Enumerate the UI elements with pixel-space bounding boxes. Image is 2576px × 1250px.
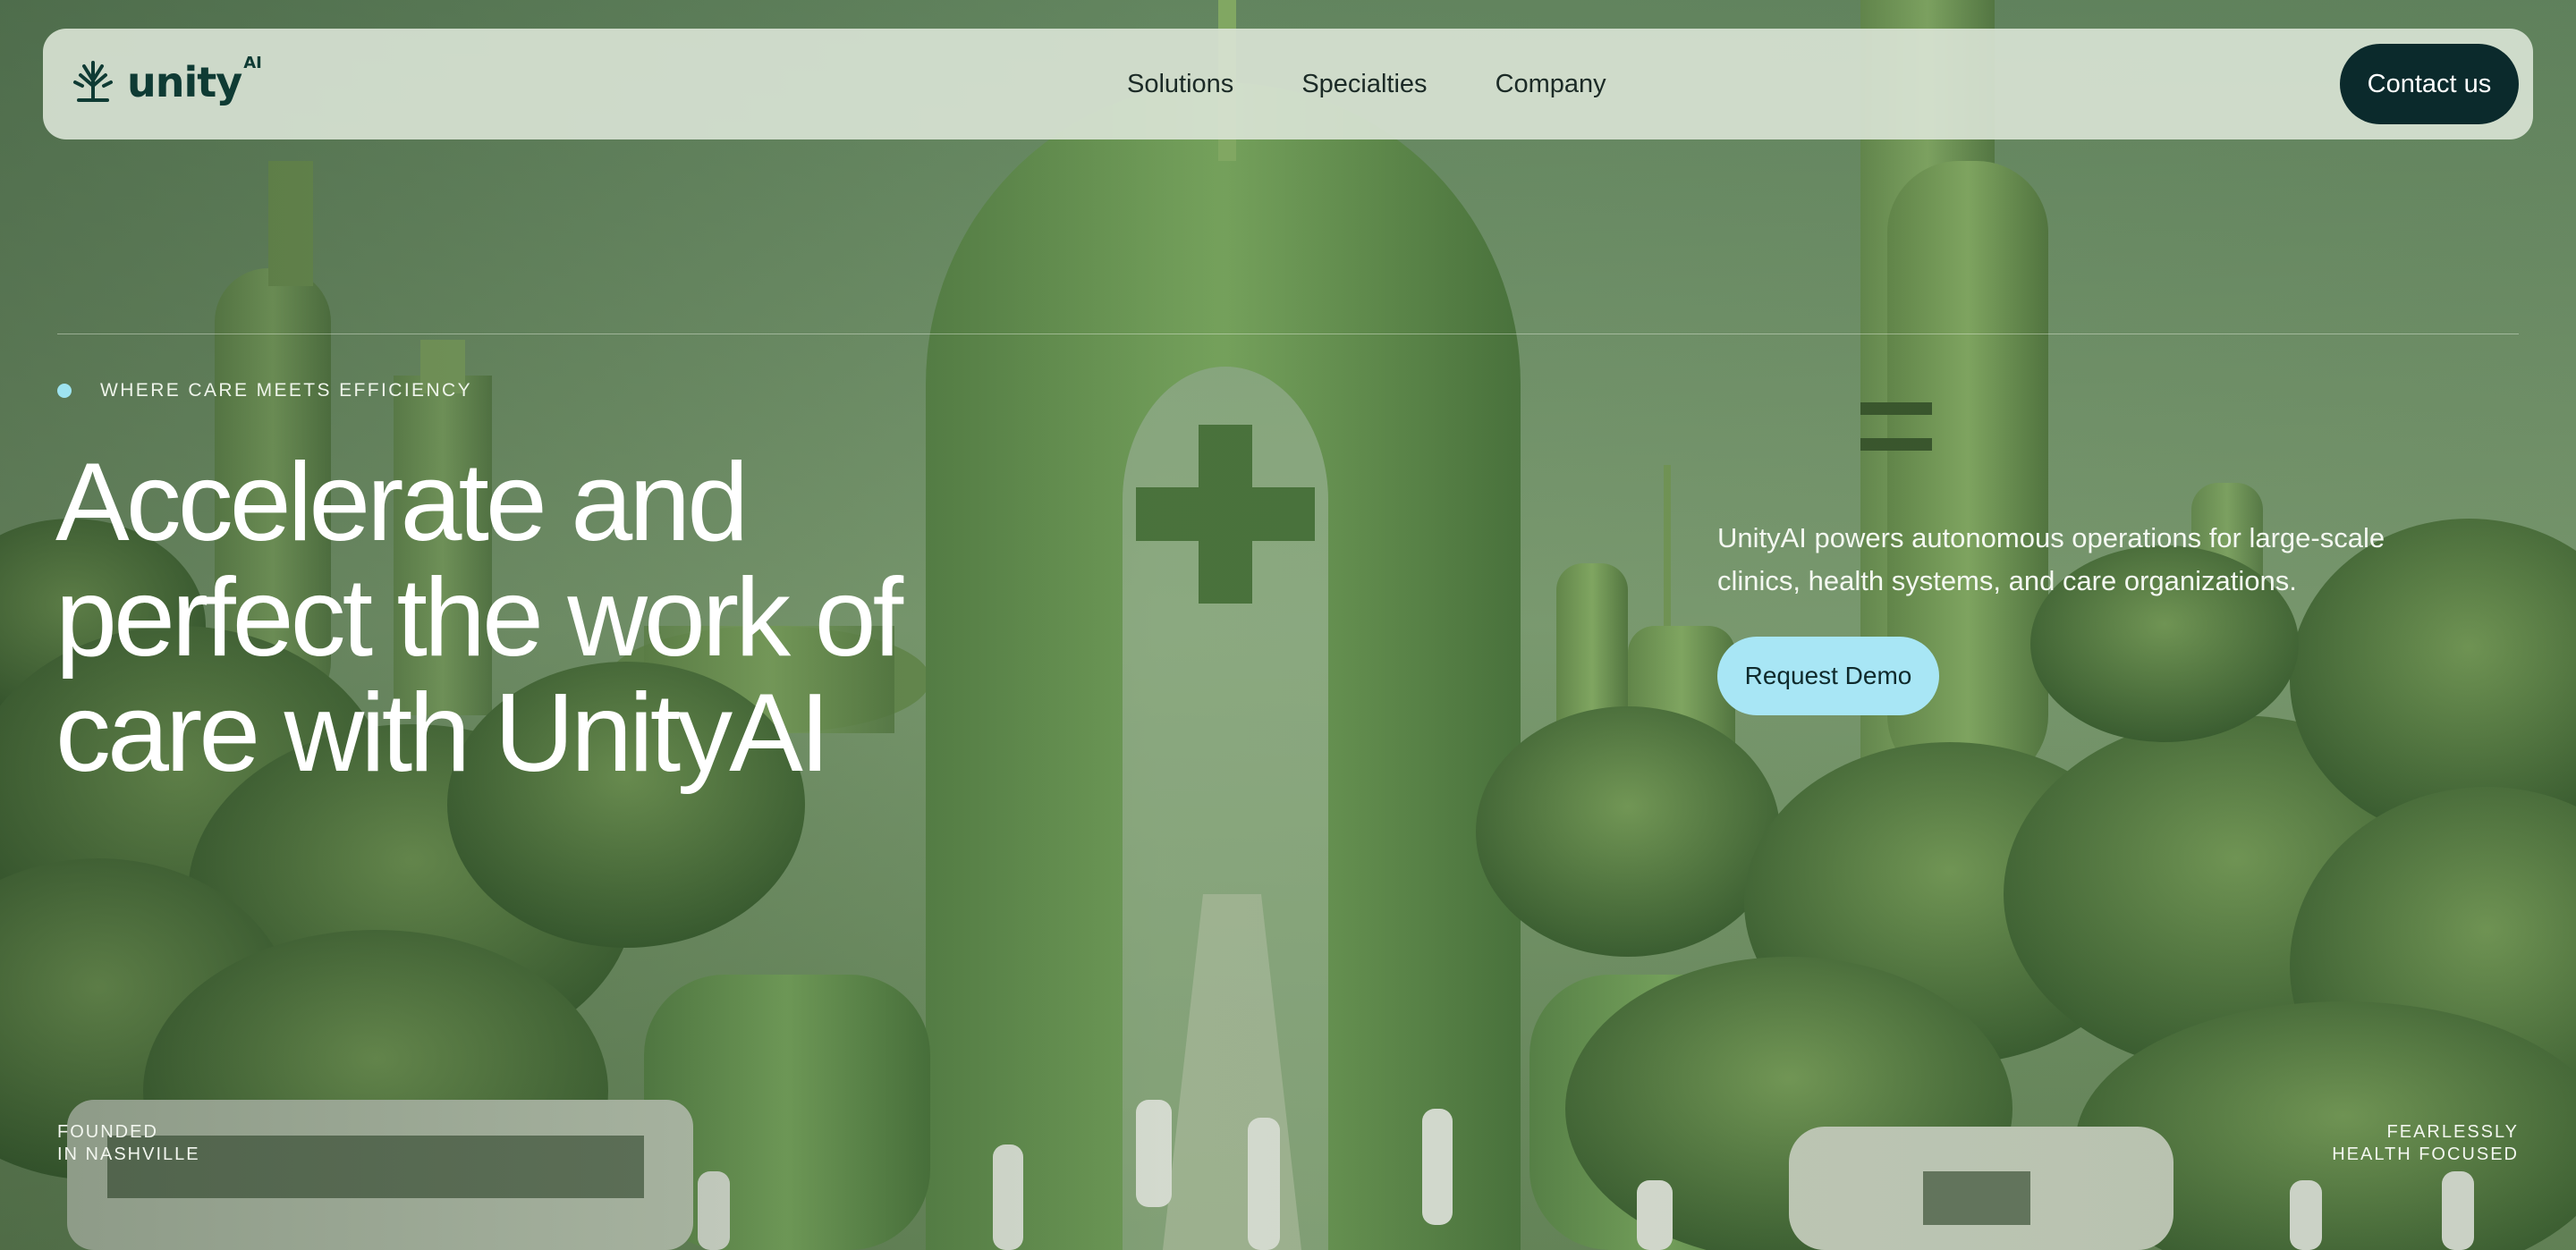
primary-nav: Solutions Specialties Company <box>1127 29 1606 139</box>
hero-eyebrow: WHERE CARE MEETS EFFICIENCY <box>57 380 472 401</box>
dot-icon <box>57 384 72 398</box>
nav-solutions[interactable]: Solutions <box>1127 70 1233 99</box>
top-navbar: unity AI Solutions Specialties Company C… <box>43 29 2533 139</box>
hero-headline: Accelerate and perfect the work of care … <box>55 445 1004 791</box>
logo[interactable]: unity AI <box>70 54 262 106</box>
founded-line-2: IN NASHVILLE <box>57 1144 200 1164</box>
nav-specialties[interactable]: Specialties <box>1301 70 1427 99</box>
focus-line-2: HEALTH FOCUSED <box>2332 1144 2519 1164</box>
founded-note: FOUNDED IN NASHVILLE <box>57 1121 200 1166</box>
request-demo-button[interactable]: Request Demo <box>1717 637 1939 715</box>
headline-line-2: perfect the work of <box>55 556 903 680</box>
brand-superscript: AI <box>243 53 262 72</box>
founded-line-1: FOUNDED <box>57 1122 158 1142</box>
headline-line-1: Accelerate and <box>55 441 749 564</box>
headline-line-3: care with UnityAI <box>55 671 830 795</box>
health-focused-note: FEARLESSLY HEALTH FOCUSED <box>2332 1121 2519 1166</box>
eyebrow-text: WHERE CARE MEETS EFFICIENCY <box>100 380 472 401</box>
hero-subtext: UnityAI powers autonomous operations for… <box>1717 522 2385 596</box>
focus-line-1: FEARLESSLY <box>2386 1122 2519 1142</box>
tree-logo-icon <box>73 61 113 102</box>
contact-us-button[interactable]: Contact us <box>2340 44 2519 124</box>
brand-name: unity <box>127 58 242 106</box>
nav-company[interactable]: Company <box>1496 70 1606 99</box>
